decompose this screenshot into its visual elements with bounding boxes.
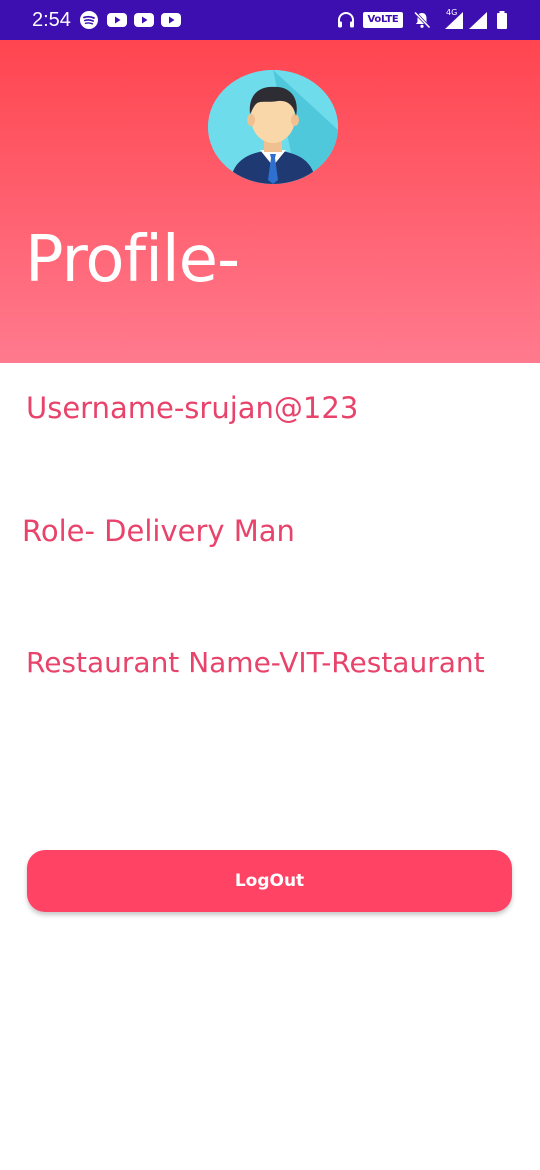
youtube-icon [133, 10, 155, 30]
businessman-avatar-icon [208, 70, 338, 184]
spotify-icon [79, 10, 99, 30]
username-text: Username-srujan@123 [26, 391, 359, 425]
bell-muted-icon [412, 10, 432, 30]
youtube-icon [106, 10, 128, 30]
battery-icon [495, 10, 509, 30]
role-text: Role- Delivery Man [22, 514, 295, 548]
restaurant-name-text: Restaurant Name-VIT-Restaurant [26, 646, 485, 679]
profile-screen: 2:54 VoLTE 4G Profile- Username-srujan@1… [0, 0, 540, 1170]
youtube-icon [160, 10, 182, 30]
headphones-icon [336, 10, 356, 30]
status-time: 2:54 [32, 9, 71, 31]
signal-icon [468, 10, 488, 30]
page-title: Profile- [25, 223, 240, 297]
logout-button[interactable]: LogOut [27, 850, 512, 912]
signal-icon [444, 10, 464, 30]
volte-icon: VoLTE [363, 12, 403, 28]
status-bar: 2:54 VoLTE 4G [0, 0, 540, 40]
